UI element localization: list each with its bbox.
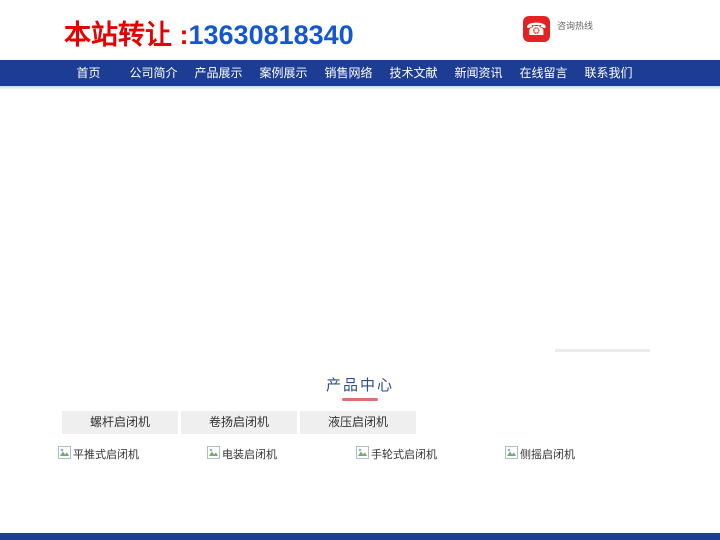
broken-image-icon xyxy=(207,446,220,462)
footer-bar xyxy=(0,533,720,540)
tab-winch-hoist[interactable]: 卷扬启闭机 xyxy=(181,411,297,434)
nav-bottom-highlight xyxy=(0,86,720,89)
main-nav: 首页 公司简介 产品展示 案例展示 销售网络 技术文献 新闻资讯 在线留言 联系… xyxy=(0,60,720,86)
product-link-handwheel-hoist[interactable]: 手轮式启闭机 xyxy=(356,446,505,462)
nav-item-cases[interactable]: 案例展示 xyxy=(251,60,316,86)
product-link-side-crank-hoist[interactable]: 侧摇启闭机 xyxy=(505,446,654,462)
product-item: 电装启闭机 xyxy=(207,446,356,462)
telephone-icon: ☎ xyxy=(523,16,550,42)
tab-hydraulic-hoist[interactable]: 液压启闭机 xyxy=(300,411,416,434)
product-center-title: 产品中心 xyxy=(325,377,394,394)
nav-item-home[interactable]: 首页 xyxy=(56,60,121,86)
product-item: 平推式启闭机 xyxy=(58,446,207,462)
title-underline xyxy=(342,398,378,401)
hotline-label: 咨询热线 xyxy=(557,21,594,31)
nav-item-sales-network[interactable]: 销售网络 xyxy=(316,60,381,86)
nav-item-message-board[interactable]: 在线留言 xyxy=(511,60,576,86)
tab-screw-hoist[interactable]: 螺杆启闭机 xyxy=(62,411,178,434)
product-item: 手轮式启闭机 xyxy=(356,446,505,462)
transfer-phone-number: 13630818340 xyxy=(188,20,354,50)
nav-item-contact[interactable]: 联系我们 xyxy=(576,60,641,86)
product-label: 侧摇启闭机 xyxy=(520,449,575,461)
product-link-electric-hoist[interactable]: 电装启闭机 xyxy=(207,446,356,462)
site-transfer-notice: 本站转让 :13630818340 xyxy=(64,13,354,52)
product-item: 侧摇启闭机 xyxy=(505,446,654,462)
product-label: 平推式启闭机 xyxy=(73,449,139,461)
product-link-flat-push-hoist[interactable]: 平推式启闭机 xyxy=(58,446,207,462)
faint-divider xyxy=(555,349,650,352)
nav-item-news[interactable]: 新闻资讯 xyxy=(446,60,511,86)
product-label: 手轮式启闭机 xyxy=(371,449,437,461)
product-list: 平推式启闭机 电装启闭机 手轮式启闭机 侧摇启闭机 xyxy=(58,446,654,462)
broken-image-icon xyxy=(505,446,518,462)
nav-item-technical-docs[interactable]: 技术文献 xyxy=(381,60,446,86)
nav-item-products[interactable]: 产品展示 xyxy=(186,60,251,86)
top-header: 本站转让 :13630818340 ☎ 咨询热线 xyxy=(0,0,720,60)
broken-image-icon xyxy=(58,446,71,462)
broken-image-icon xyxy=(356,446,369,462)
nav-item-company-profile[interactable]: 公司简介 xyxy=(121,60,186,86)
product-label: 电装启闭机 xyxy=(222,449,277,461)
nav-items: 首页 公司简介 产品展示 案例展示 销售网络 技术文献 新闻资讯 在线留言 联系… xyxy=(0,60,720,86)
hotline-block: ☎ 咨询热线 xyxy=(523,16,593,42)
product-category-tabs: 螺杆启闭机 卷扬启闭机 液压启闭机 xyxy=(62,411,419,434)
transfer-label: 本站转让 : xyxy=(64,20,189,50)
